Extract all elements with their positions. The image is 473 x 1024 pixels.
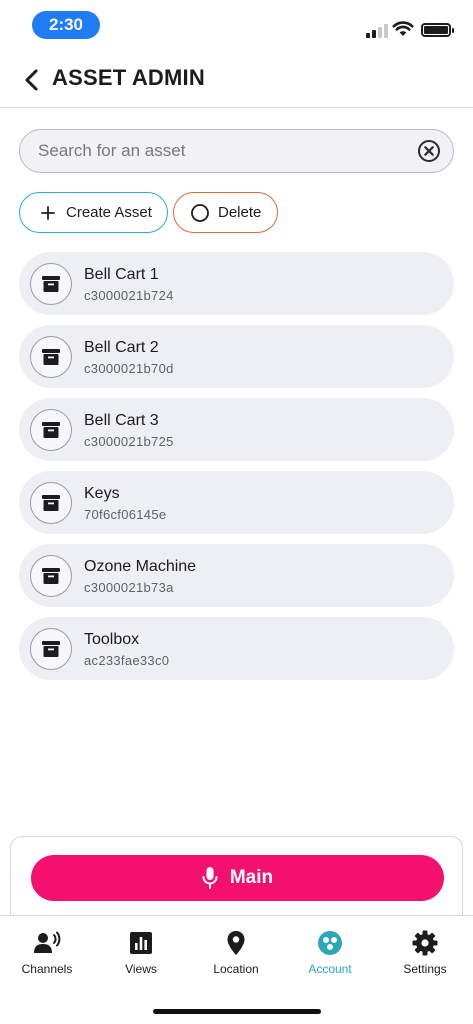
asset-name: Ozone Machine — [84, 558, 197, 575]
asset-name: Toolbox — [84, 631, 140, 648]
tab-label: Location — [213, 962, 259, 976]
wifi-icon — [392, 20, 414, 42]
asset-id: 70f6cf06145e — [84, 507, 167, 522]
asset-name: Bell Cart 2 — [84, 339, 159, 356]
tab-label: Settings — [403, 962, 447, 976]
asset-id: c3000021b73a — [84, 580, 174, 595]
asset-name: Bell Cart 3 — [84, 412, 159, 429]
clear-search-button[interactable] — [417, 139, 441, 163]
clear-icon — [418, 140, 440, 162]
asset-list-item[interactable]: Toolbox ac233fae33c0 — [19, 617, 454, 680]
asset-id: c3000021b725 — [84, 434, 174, 449]
plus-icon — [38, 203, 58, 223]
home-indicator[interactable] — [153, 1009, 321, 1014]
tab-location[interactable]: Location — [189, 930, 283, 976]
status-time: 2:30 — [32, 11, 100, 39]
asset-list-item[interactable]: Ozone Machine c3000021b73a — [19, 544, 454, 607]
asset-list: Bell Cart 1 c3000021b724 Bell Cart 2 c30… — [19, 252, 454, 690]
asset-name: Keys — [84, 485, 120, 502]
location-pin-icon — [226, 930, 246, 956]
tab-label: Views — [125, 962, 157, 976]
tab-views[interactable]: Views — [94, 930, 188, 976]
archive-box-icon — [30, 555, 72, 597]
account-icon — [317, 930, 343, 956]
bottom-panel: Main — [10, 836, 463, 926]
archive-box-icon — [30, 336, 72, 378]
channels-icon — [33, 930, 61, 956]
asset-list-item[interactable]: Bell Cart 2 c3000021b70d — [19, 325, 454, 388]
page-title: ASSET ADMIN — [52, 65, 205, 90]
chevron-left-icon — [25, 69, 38, 91]
main-talk-button[interactable]: Main — [31, 855, 444, 901]
cellular-signal-icon — [366, 24, 388, 38]
archive-box-icon — [30, 628, 72, 670]
archive-box-icon — [30, 409, 72, 451]
main-button-label: Main — [229, 867, 274, 888]
delete-button[interactable]: Delete — [173, 192, 278, 233]
asset-list-item[interactable]: Keys 70f6cf06145e — [19, 471, 454, 534]
back-button[interactable] — [18, 66, 46, 94]
create-asset-button[interactable]: Create Asset — [19, 192, 168, 233]
tab-label: Channels — [21, 962, 73, 976]
archive-box-icon — [30, 263, 72, 305]
archive-box-icon — [30, 482, 72, 524]
gear-icon — [412, 930, 438, 956]
search-bar — [19, 129, 454, 173]
microphone-icon — [202, 866, 218, 890]
asset-list-item[interactable]: Bell Cart 3 c3000021b725 — [19, 398, 454, 461]
delete-label: Delete — [218, 204, 262, 221]
asset-id: c3000021b70d — [84, 361, 174, 376]
header: ASSET ADMIN — [0, 56, 473, 108]
tab-label: Account — [308, 962, 352, 976]
asset-list-item[interactable]: Bell Cart 1 c3000021b724 — [19, 252, 454, 315]
asset-id: ac233fae33c0 — [84, 653, 170, 668]
tab-settings[interactable]: Settings — [378, 930, 472, 976]
asset-id: c3000021b724 — [84, 288, 174, 303]
asset-name: Bell Cart 1 — [84, 266, 159, 283]
circle-icon — [190, 203, 210, 223]
search-input[interactable] — [38, 130, 408, 172]
tab-channels[interactable]: Channels — [0, 930, 94, 976]
bar-chart-icon — [129, 930, 153, 956]
tab-bar: Channels Views Location Account Settings — [0, 915, 473, 1024]
battery-icon — [421, 23, 454, 37]
tab-account[interactable]: Account — [283, 930, 377, 976]
status-bar: 2:30 — [0, 0, 473, 50]
create-asset-label: Create Asset — [66, 204, 152, 221]
